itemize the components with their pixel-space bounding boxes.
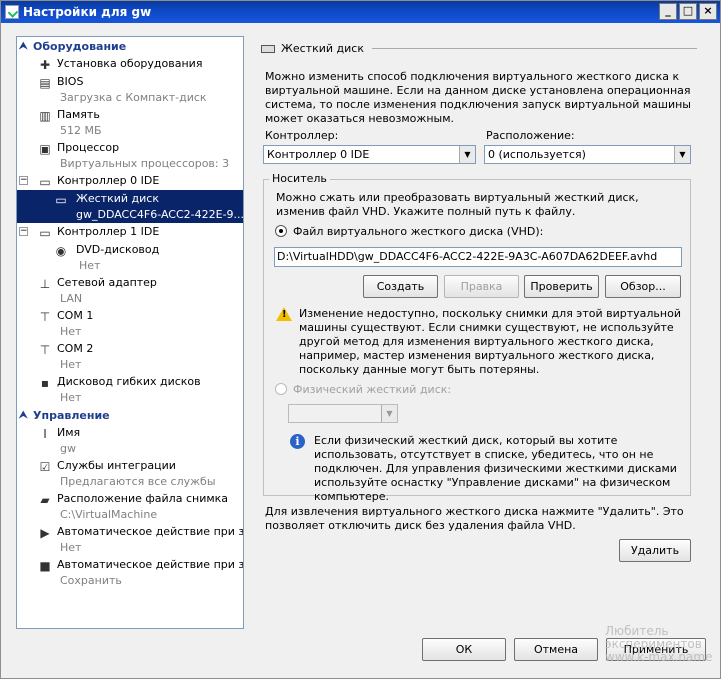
- tree-item-bios[interactable]: ▤ BIOS Загрузка с Компакт-диск: [17, 73, 243, 106]
- tree-item-com1[interactable]: ⊤ COM 1 Нет: [17, 307, 243, 340]
- vhd-option-label: Файл виртуального жесткого диска (VHD):: [293, 225, 544, 238]
- info-icon: i: [290, 434, 305, 449]
- processor-icon: ▣: [39, 142, 51, 156]
- tree-item-floppy-drive[interactable]: ▪ Дисковод гибких дисков Нет: [17, 373, 243, 406]
- vhd-path-input[interactable]: D:\VirtualHDD\gw_DDACC4F6-ACC2-422E-9A3C…: [274, 247, 682, 267]
- section-management[interactable]: ⮝ Управление: [17, 406, 243, 424]
- chevron-down-icon[interactable]: ▼: [381, 405, 397, 422]
- memory-icon: ▥: [39, 109, 51, 123]
- tree-item-auto-start-action[interactable]: ▶ Автоматическое действие при за... Нет: [17, 523, 243, 556]
- ide-controller-icon: ▭: [39, 175, 51, 189]
- watermark: Любитель экспериментов www.k-max.name: [605, 624, 713, 664]
- tree-item-dvd-drive[interactable]: ◉ DVD-дисковод Нет: [17, 241, 243, 274]
- close-button[interactable]: ×: [699, 3, 717, 20]
- settings-tree[interactable]: ⮝ Оборудование ✚ Установка оборудования …: [16, 36, 244, 629]
- serial-port-icon: ⊤: [39, 310, 51, 324]
- integration-services-icon: ☑: [39, 460, 51, 474]
- remove-button[interactable]: Удалить: [619, 539, 691, 562]
- collapse-toggle-icon[interactable]: −: [19, 227, 28, 236]
- chevron-down-icon[interactable]: ▼: [459, 146, 475, 163]
- add-hardware-icon: ✚: [39, 58, 51, 72]
- physical-disk-select[interactable]: ▼: [288, 404, 398, 423]
- physical-disk-radio[interactable]: [275, 383, 287, 395]
- floppy-disk-icon: ▪: [40, 376, 50, 390]
- ok-button[interactable]: ОК: [422, 638, 506, 661]
- minimize-button[interactable]: _: [659, 3, 677, 20]
- window-title: Настройки для gw: [23, 5, 152, 19]
- inspect-button[interactable]: Проверить: [524, 275, 599, 298]
- name-icon: I: [43, 427, 47, 441]
- vhd-radio[interactable]: [275, 225, 287, 237]
- info-text: Если физический жесткий диск, который вы…: [314, 434, 677, 503]
- remove-info-text: Для извлечения виртуального жесткого дис…: [265, 505, 684, 532]
- tree-item-auto-stop-action[interactable]: ■ Автоматическое действие при за... Сохр…: [17, 556, 243, 589]
- tree-item-com2[interactable]: ⊤ COM 2 Нет: [17, 340, 243, 373]
- tree-item-snapshot-location[interactable]: ▰ Расположение файла снимка C:\VirtualMa…: [17, 490, 243, 523]
- settings-window: Настройки для gw _ □ × ⮝ Оборудование ✚ …: [0, 0, 721, 679]
- edit-button[interactable]: Правка: [444, 275, 519, 298]
- warning-text: Изменение недоступно, поскольку снимки д…: [299, 307, 681, 376]
- browse-button[interactable]: Обзор...: [605, 275, 681, 298]
- tree-item-integration-services[interactable]: ☑ Службы интеграции Предлагаются все слу…: [17, 457, 243, 490]
- app-icon: [5, 5, 19, 19]
- tree-item-add-hardware[interactable]: ✚ Установка оборудования: [17, 55, 243, 73]
- create-button[interactable]: Создать: [363, 275, 438, 298]
- tree-item-processor[interactable]: ▣ Процессор Виртуальных процессоров: 3: [17, 139, 243, 172]
- collapse-chevron-icon[interactable]: ⮝: [19, 410, 33, 421]
- bios-icon: ▤: [39, 76, 51, 90]
- tree-item-hard-disk[interactable]: ▭ Жесткий диск gw_DDACC4F6-ACC2-422E-9..…: [17, 190, 243, 223]
- collapse-chevron-icon[interactable]: ⮝: [19, 41, 33, 52]
- auto-stop-icon: ■: [39, 559, 51, 573]
- collapse-toggle-icon[interactable]: −: [19, 176, 28, 185]
- tree-item-ide-controller-0[interactable]: − ▭ Контроллер 0 IDE: [17, 172, 243, 190]
- detail-panel: Жесткий диск Можно изменить способ подкл…: [253, 36, 705, 629]
- warning-icon: !: [276, 307, 292, 321]
- tree-item-memory[interactable]: ▥ Память 512 МБ: [17, 106, 243, 139]
- chevron-down-icon[interactable]: ▼: [674, 146, 690, 163]
- auto-start-icon: ▶: [40, 526, 50, 540]
- maximize-button[interactable]: □: [679, 3, 697, 20]
- section-hardware[interactable]: ⮝ Оборудование: [17, 37, 243, 55]
- serial-port-icon: ⊤: [39, 343, 51, 357]
- location-select[interactable]: 0 (используется) ▼: [484, 145, 691, 164]
- ide-controller-icon: ▭: [39, 226, 51, 240]
- controller-label: Контроллер:: [265, 129, 339, 142]
- physical-disk-label: Физический жесткий диск:: [293, 383, 452, 396]
- location-label: Расположение:: [486, 129, 575, 142]
- cancel-button[interactable]: Отмена: [514, 638, 598, 661]
- tree-item-name[interactable]: I Имя gw: [17, 424, 243, 457]
- detail-heading: Жесткий диск: [261, 42, 697, 55]
- tree-item-ide-controller-1[interactable]: − ▭ Контроллер 1 IDE: [17, 223, 243, 241]
- dvd-disc-icon: ◉: [55, 244, 67, 258]
- hard-disk-icon: [261, 44, 275, 53]
- hard-disk-icon: ▭: [55, 193, 67, 207]
- title-bar[interactable]: Настройки для gw _ □ ×: [1, 1, 720, 23]
- intro-text: Можно изменить способ подключения виртуа…: [265, 70, 691, 125]
- network-adapter-icon: ⊥: [39, 277, 51, 291]
- media-legend: Носитель: [269, 172, 330, 185]
- folder-icon: ▰: [40, 493, 50, 507]
- media-text: Можно сжать или преобразовать виртуальны…: [276, 191, 639, 218]
- controller-select[interactable]: Контроллер 0 IDE ▼: [263, 145, 476, 164]
- tree-item-network-adapter[interactable]: ⊥ Сетевой адаптер LAN: [17, 274, 243, 307]
